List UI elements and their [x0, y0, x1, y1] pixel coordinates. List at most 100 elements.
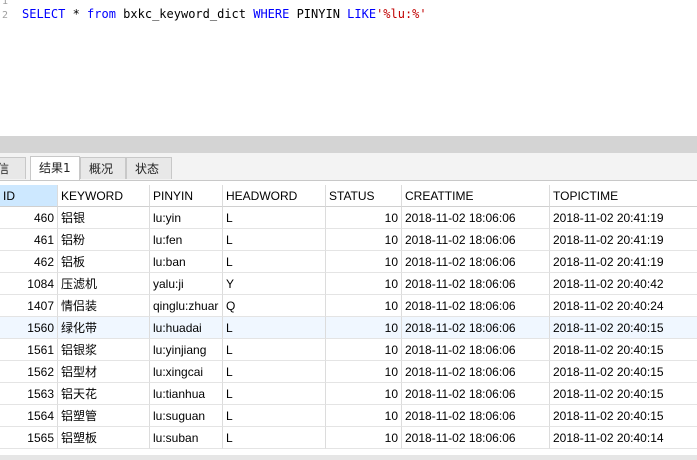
cell-status[interactable]: 10 [326, 383, 402, 405]
cell-topictime[interactable]: 2018-11-02 20:40:15 [550, 339, 697, 361]
panel-splitter[interactable] [0, 136, 697, 153]
cell-keyword[interactable]: 铝板 [58, 251, 150, 273]
cell-topictime[interactable]: 2018-11-02 20:40:15 [550, 361, 697, 383]
cell-status[interactable]: 10 [326, 339, 402, 361]
cell-headword[interactable]: L [223, 339, 326, 361]
cell-topictime[interactable]: 2018-11-02 20:40:24 [550, 295, 697, 317]
cell-keyword[interactable]: 铝塑管 [58, 405, 150, 427]
cell-headword[interactable]: L [223, 427, 326, 449]
horizontal-scrollbar[interactable] [0, 455, 697, 460]
cell-creattime[interactable]: 2018-11-02 18:06:06 [402, 273, 550, 295]
cell-id[interactable]: 462 [0, 251, 58, 273]
cell-status[interactable]: 10 [326, 273, 402, 295]
cell-creattime[interactable]: 2018-11-02 18:06:06 [402, 251, 550, 273]
cell-id[interactable]: 1561 [0, 339, 58, 361]
cell-id[interactable]: 1565 [0, 427, 58, 449]
cell-topictime[interactable]: 2018-11-02 20:41:19 [550, 207, 697, 229]
cell-pinyin[interactable]: lu:yin [150, 207, 223, 229]
tab-result-1[interactable]: 结果1 [30, 156, 80, 180]
cell-creattime[interactable]: 2018-11-02 18:06:06 [402, 229, 550, 251]
cell-headword[interactable]: Q [223, 295, 326, 317]
cell-pinyin[interactable]: qinglu:zhuar [150, 295, 223, 317]
table-row[interactable]: 1407 情侣装 qinglu:zhuar Q 10 2018-11-02 18:06:0… [0, 295, 697, 317]
cell-headword[interactable]: L [223, 251, 326, 273]
cell-creattime[interactable]: 2018-11-02 18:06:06 [402, 383, 550, 405]
cell-creattime[interactable]: 2018-11-02 18:06:06 [402, 427, 550, 449]
cell-pinyin[interactable]: lu:xingcai [150, 361, 223, 383]
column-header-id[interactable]: ID [0, 185, 58, 207]
cell-status[interactable]: 10 [326, 405, 402, 427]
cell-id[interactable]: 1560 [0, 317, 58, 339]
cell-keyword[interactable]: 绿化带 [58, 317, 150, 339]
cell-pinyin[interactable]: lu:tianhua [150, 383, 223, 405]
cell-pinyin[interactable]: lu:fen [150, 229, 223, 251]
cell-id[interactable]: 1562 [0, 361, 58, 383]
table-row[interactable]: 1563 铝天花 lu:tianhua L 10 2018-11-02 18:06:06 2… [0, 383, 697, 405]
cell-id[interactable]: 461 [0, 229, 58, 251]
table-row[interactable]: 460 铝银 lu:yin L 10 2018-11-02 18:06:06 2018-11… [0, 207, 697, 229]
cell-headword[interactable]: Y [223, 273, 326, 295]
column-header-topictime[interactable]: TOPICTIME [550, 185, 697, 207]
table-row[interactable]: 461 铝粉 lu:fen L 10 2018-11-02 18:06:06 2018-11… [0, 229, 697, 251]
cell-id[interactable]: 1084 [0, 273, 58, 295]
cell-status[interactable]: 10 [326, 207, 402, 229]
cell-creattime[interactable]: 2018-11-02 18:06:06 [402, 361, 550, 383]
cell-pinyin[interactable]: yalu:ji [150, 273, 223, 295]
table-row[interactable]: 1084 压滤机 yalu:ji Y 10 2018-11-02 18:06:06 2018… [0, 273, 697, 295]
cell-id[interactable]: 1564 [0, 405, 58, 427]
column-header-headword[interactable]: HEADWORD [223, 185, 326, 207]
cell-keyword[interactable]: 铝型材 [58, 361, 150, 383]
cell-status[interactable]: 10 [326, 361, 402, 383]
cell-keyword[interactable]: 铝银 [58, 207, 150, 229]
column-header-pinyin[interactable]: PINYIN [150, 185, 223, 207]
cell-headword[interactable]: L [223, 229, 326, 251]
column-header-creattime[interactable]: CREATTIME [402, 185, 550, 207]
cell-topictime[interactable]: 2018-11-02 20:41:19 [550, 229, 697, 251]
tab-profile[interactable]: 概况 [80, 157, 126, 179]
cell-status[interactable]: 10 [326, 317, 402, 339]
cell-pinyin[interactable]: lu:yinjiang [150, 339, 223, 361]
cell-keyword[interactable]: 铝天花 [58, 383, 150, 405]
sql-query-line[interactable]: SELECT * from bxkc_keyword_dict WHERE PI… [22, 7, 427, 21]
cell-headword[interactable]: L [223, 317, 326, 339]
cell-pinyin[interactable]: lu:suguan [150, 405, 223, 427]
cell-keyword[interactable]: 铝塑板 [58, 427, 150, 449]
cell-status[interactable]: 10 [326, 229, 402, 251]
table-row[interactable]: 1560 绿化带 lu:huadai L 10 2018-11-02 18:06:06 20… [0, 317, 697, 339]
cell-topictime[interactable]: 2018-11-02 20:40:15 [550, 405, 697, 427]
cell-status[interactable]: 10 [326, 427, 402, 449]
cell-keyword[interactable]: 铝粉 [58, 229, 150, 251]
table-row[interactable]: 1565 铝塑板 lu:suban L 10 2018-11-02 18:06:06 201… [0, 427, 697, 449]
cell-status[interactable]: 10 [326, 295, 402, 317]
cell-id[interactable]: 1563 [0, 383, 58, 405]
table-row[interactable]: 1564 铝塑管 lu:suguan L 10 2018-11-02 18:06:06 20… [0, 405, 697, 427]
tab-status[interactable]: 状态 [126, 157, 172, 179]
cell-creattime[interactable]: 2018-11-02 18:06:06 [402, 405, 550, 427]
cell-topictime[interactable]: 2018-11-02 20:40:15 [550, 383, 697, 405]
tab-info[interactable]: 信息 [0, 157, 26, 198]
cell-creattime[interactable]: 2018-11-02 18:06:06 [402, 207, 550, 229]
cell-pinyin[interactable]: lu:suban [150, 427, 223, 449]
column-header-keyword[interactable]: KEYWORD [58, 185, 150, 207]
cell-headword[interactable]: L [223, 207, 326, 229]
cell-status[interactable]: 10 [326, 251, 402, 273]
cell-keyword[interactable]: 情侣装 [58, 295, 150, 317]
cell-pinyin[interactable]: lu:huadai [150, 317, 223, 339]
table-row[interactable]: 1561 铝银浆 lu:yinjiang L 10 2018-11-02 18:06:06… [0, 339, 697, 361]
table-row[interactable]: 462 铝板 lu:ban L 10 2018-11-02 18:06:06 2018-11… [0, 251, 697, 273]
cell-headword[interactable]: L [223, 361, 326, 383]
cell-id[interactable]: 1407 [0, 295, 58, 317]
cell-topictime[interactable]: 2018-11-02 20:40:42 [550, 273, 697, 295]
cell-topictime[interactable]: 2018-11-02 20:41:19 [550, 251, 697, 273]
cell-creattime[interactable]: 2018-11-02 18:06:06 [402, 317, 550, 339]
cell-headword[interactable]: L [223, 405, 326, 427]
table-row[interactable]: 1562 铝型材 lu:xingcai L 10 2018-11-02 18:06:06 2… [0, 361, 697, 383]
cell-pinyin[interactable]: lu:ban [150, 251, 223, 273]
cell-keyword[interactable]: 铝银浆 [58, 339, 150, 361]
cell-creattime[interactable]: 2018-11-02 18:06:06 [402, 339, 550, 361]
cell-keyword[interactable]: 压滤机 [58, 273, 150, 295]
cell-id[interactable]: 460 [0, 207, 58, 229]
cell-creattime[interactable]: 2018-11-02 18:06:06 [402, 295, 550, 317]
column-header-status[interactable]: STATUS [326, 185, 402, 207]
cell-topictime[interactable]: 2018-11-02 20:40:15 [550, 317, 697, 339]
